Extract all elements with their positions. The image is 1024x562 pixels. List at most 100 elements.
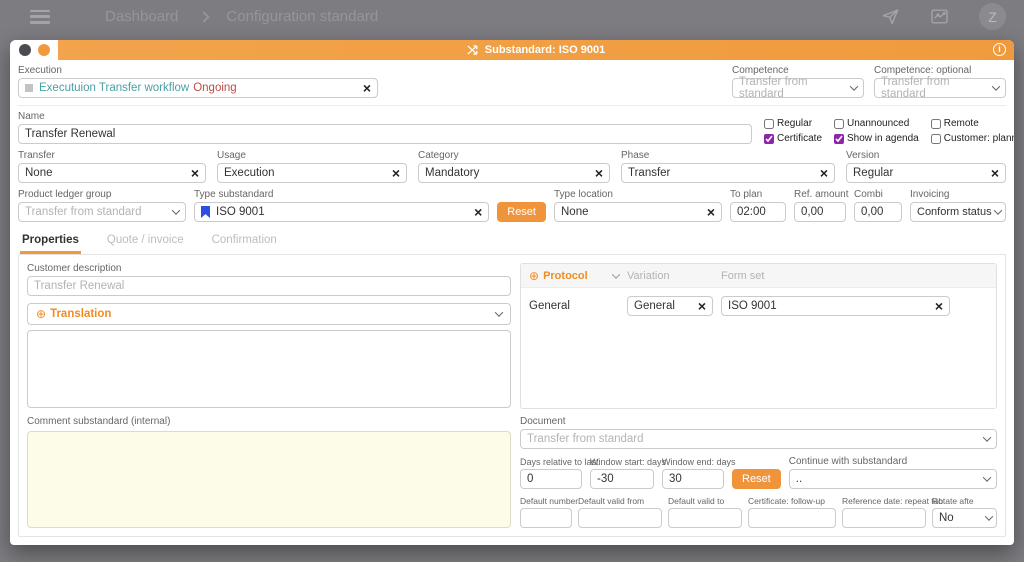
customer-plannable-checkbox[interactable] (930, 133, 941, 144)
continue-with-substandard-select[interactable]: .. (788, 469, 997, 489)
certificate-follow-up-input[interactable] (748, 508, 836, 528)
comment-textarea[interactable] (27, 431, 511, 528)
clear-icon[interactable]: × (185, 166, 199, 180)
unannounced-checkbox[interactable] (834, 118, 845, 129)
name-row: Name Regular Unannounced Remote Certific… (18, 111, 1014, 144)
invoicing-label: Invoicing (910, 189, 950, 200)
tab-confirmation[interactable]: Confirmation (210, 231, 279, 254)
certificate-follow-up-label: Certificate: follow-up (748, 496, 826, 506)
clear-icon[interactable]: × (357, 81, 371, 95)
version-field[interactable]: Regular × (846, 163, 1006, 183)
tab-quote-invoice[interactable]: Quote / invoice (105, 231, 186, 254)
clear-icon[interactable]: × (692, 299, 706, 313)
clear-icon[interactable]: × (929, 299, 943, 313)
user-avatar[interactable]: Z (979, 3, 1006, 30)
product-ledger-group-label: Product ledger group (18, 189, 112, 200)
chevron-down-icon (982, 473, 992, 482)
regular-checkbox[interactable] (764, 118, 774, 129)
window-row: Days relative to last Window start: days… (520, 456, 997, 489)
customer-description-input[interactable] (27, 276, 511, 296)
chevron-down-icon (494, 308, 504, 317)
type-location-field[interactable]: None × (554, 202, 722, 222)
ref-amount-label: Ref. amount (794, 189, 849, 200)
breadcrumb-dashboard[interactable]: Dashboard (105, 8, 178, 25)
default-valid-to-label: Default valid to (668, 496, 725, 506)
product-ledger-group-select[interactable]: Transfer from standard (18, 202, 186, 222)
clear-icon[interactable]: × (589, 166, 603, 180)
checkbox-show-in-agenda[interactable]: Show in agenda (834, 133, 919, 144)
clear-icon[interactable]: × (814, 166, 828, 180)
transfer-field[interactable]: None × (18, 163, 206, 183)
default-valid-to-input[interactable] (668, 508, 742, 528)
info-icon[interactable]: i (993, 43, 1006, 56)
show-in-agenda-checkbox[interactable] (834, 133, 845, 144)
description-textarea[interactable] (27, 330, 511, 408)
checkbox-customer-plannable[interactable]: Customer: plannable (930, 133, 1014, 144)
category-field[interactable]: Mandatory × (418, 163, 610, 183)
chevron-down-icon (991, 82, 1001, 91)
tab-properties[interactable]: Properties (20, 231, 81, 254)
window-start-label: Window start: days (590, 457, 667, 467)
certificate-checkbox[interactable] (764, 133, 774, 144)
window-minimize-dot[interactable] (37, 44, 50, 56)
chevron-down-icon[interactable] (611, 269, 621, 279)
phase-field[interactable]: Transfer × (621, 163, 835, 183)
form-set-header: Form set (721, 269, 765, 282)
default-valid-from-input[interactable] (578, 508, 662, 528)
rotate-after-select[interactable]: No (932, 508, 997, 528)
checkbox-unannounced[interactable]: Unannounced (834, 118, 919, 129)
name-input[interactable] (18, 124, 752, 144)
type-location-label: Type location (554, 189, 613, 200)
document-label: Document (520, 416, 566, 427)
days-relative-input[interactable] (520, 469, 582, 489)
chevron-right-icon (198, 10, 211, 23)
reference-date-input[interactable] (842, 508, 926, 528)
reset-window-button[interactable]: Reset (732, 469, 781, 489)
menu-icon[interactable] (30, 9, 50, 24)
checkbox-certificate[interactable]: Certificate (764, 133, 822, 144)
classification-row: Transfer None × Usage Execution × Category… (18, 150, 1006, 183)
competence-optional-select[interactable]: Transfer from standard (874, 76, 1006, 100)
competence-select[interactable]: Transfer from standard (732, 76, 864, 100)
comment-label: Comment substandard (internal) (27, 416, 171, 427)
ref-amount-input[interactable] (794, 202, 846, 222)
clear-icon[interactable]: × (468, 205, 482, 219)
combi-input[interactable] (854, 202, 902, 222)
clear-icon[interactable]: × (386, 166, 400, 180)
defaults-row: Default number Default valid from Defaul… (520, 496, 997, 528)
checkbox-remote[interactable]: Remote (930, 118, 1014, 129)
chevron-down-icon (982, 433, 992, 442)
clear-icon[interactable]: × (701, 205, 715, 219)
to-plan-label: To plan (730, 189, 763, 200)
default-valid-from-label: Default valid from (578, 496, 645, 506)
default-number-input[interactable] (520, 508, 572, 528)
send-icon[interactable] (881, 7, 900, 26)
form-set-field[interactable]: ISO 9001 × (721, 296, 950, 316)
chart-icon[interactable] (930, 7, 949, 26)
to-plan-input[interactable] (730, 202, 786, 222)
execution-value[interactable]: Executuion Transfer workflow (39, 82, 189, 94)
combi-label: Combi (854, 189, 883, 200)
clear-icon[interactable]: × (985, 166, 999, 180)
window-start-input[interactable] (590, 469, 654, 489)
breadcrumb-current: Configuration standard (226, 8, 379, 25)
dialog-titlebar: Substandard: ISO 9001 i (10, 40, 1014, 60)
remote-checkbox[interactable] (930, 118, 941, 129)
type-substandard-field[interactable]: ISO 9001 × (194, 202, 490, 222)
tab-bar: Properties Quote / invoice Confirmation (20, 231, 1004, 254)
variation-field[interactable]: General × (627, 296, 713, 316)
reset-type-button[interactable]: Reset (497, 202, 546, 222)
execution-field[interactable]: Executuion Transfer workflow Ongoing × (18, 78, 378, 98)
window-close-dot[interactable] (18, 44, 31, 56)
window-end-input[interactable] (662, 469, 724, 489)
usage-label: Usage (217, 150, 246, 161)
execution-status: Ongoing (193, 82, 237, 94)
continue-with-substandard-label: Continue with substandard (788, 456, 908, 467)
usage-field[interactable]: Execution × (217, 163, 407, 183)
invoicing-select[interactable]: Conform status (910, 202, 1006, 222)
checkbox-regular[interactable]: Regular (764, 118, 822, 129)
document-select[interactable]: Transfer from standard (520, 429, 997, 449)
translation-expander[interactable]: ⊕ Translation (27, 303, 511, 325)
substandard-dialog: Substandard: ISO 9001 i Execution Execut… (10, 40, 1014, 545)
execution-item-icon (25, 84, 33, 92)
